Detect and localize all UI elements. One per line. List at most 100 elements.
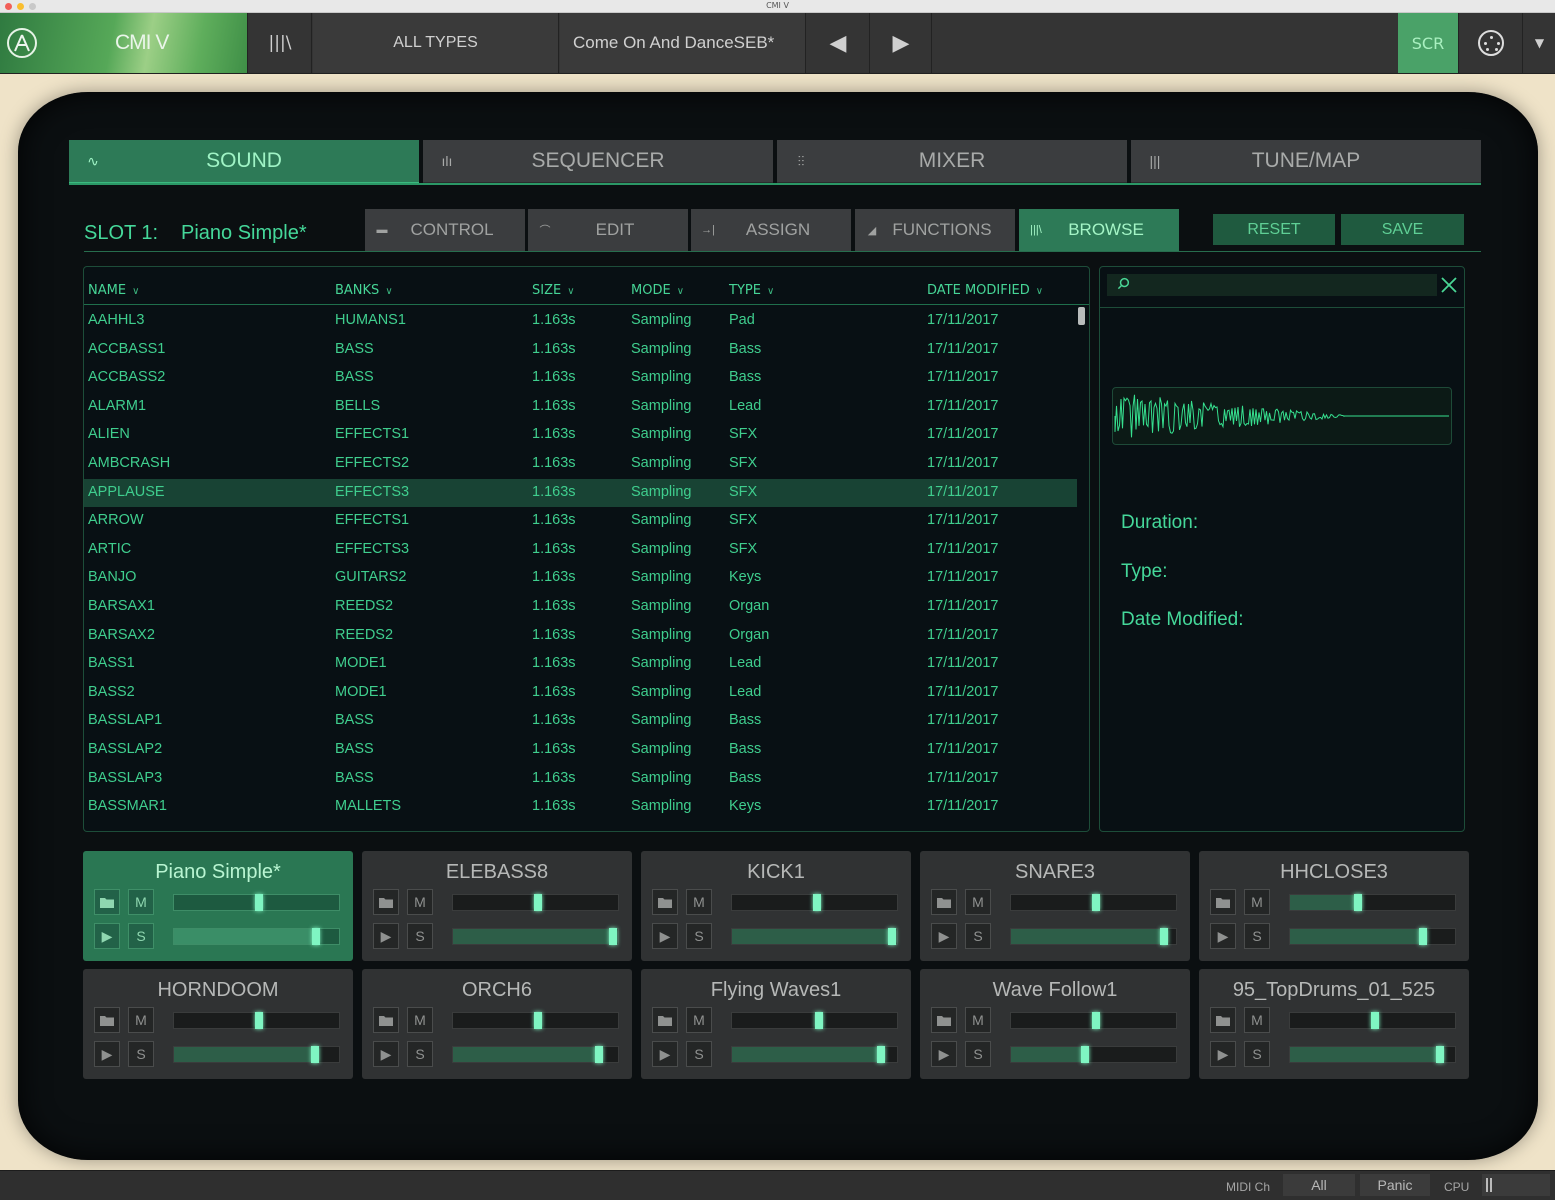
mute-button[interactable]: M — [965, 889, 991, 915]
slider-handle[interactable] — [312, 928, 320, 945]
table-row[interactable]: BARSAX2 REEDS2 1.163s Sampling Organ 17/11/20… — [84, 622, 1077, 651]
solo-button[interactable]: S — [965, 923, 991, 949]
slider-handle[interactable] — [1092, 1012, 1100, 1029]
slider-handle[interactable] — [813, 894, 821, 911]
options-menu-button[interactable]: ▼ — [1524, 13, 1555, 73]
table-row[interactable]: ALIEN EFFECTS1 1.163s Sampling SFX 17/11/2017 — [84, 421, 1077, 450]
table-row[interactable]: ARROW EFFECTS1 1.163s Sampling SFX 17/11/2017 — [84, 507, 1077, 536]
reset-button[interactable]: RESET — [1213, 214, 1335, 245]
pan-slider[interactable] — [1010, 894, 1177, 911]
pan-slider[interactable] — [1289, 1012, 1456, 1029]
slider-handle[interactable] — [311, 1046, 319, 1063]
mute-button[interactable]: M — [128, 889, 154, 915]
table-row[interactable]: BASSLAP3 BASS 1.163s Sampling Bass 17/11/2017 — [84, 765, 1077, 794]
slider-handle[interactable] — [877, 1046, 885, 1063]
table-row[interactable]: BASS2 MODE1 1.163s Sampling Lead 17/11/2017 — [84, 679, 1077, 708]
play-button[interactable]: ▶ — [373, 923, 399, 949]
list-scrollbar[interactable] — [1078, 307, 1085, 325]
folder-button[interactable] — [373, 889, 399, 915]
app-menu-button[interactable]: CMI V — [0, 13, 248, 73]
slot-pad[interactable]: ORCH6 M ▶ S — [362, 969, 632, 1079]
volume-slider[interactable] — [1289, 1046, 1456, 1063]
slider-handle[interactable] — [534, 1012, 542, 1029]
folder-button[interactable] — [1210, 1007, 1236, 1033]
tab-tune-map[interactable]: ||| TUNE/MAP — [1131, 140, 1481, 184]
play-button[interactable]: ▶ — [931, 1041, 957, 1067]
mute-button[interactable]: M — [686, 889, 712, 915]
midi-channel-select[interactable]: All — [1283, 1174, 1355, 1196]
solo-button[interactable]: S — [407, 923, 433, 949]
tab-mixer[interactable]: ⫶⫶ MIXER — [777, 140, 1127, 184]
play-button[interactable]: ▶ — [373, 1041, 399, 1067]
pan-slider[interactable] — [731, 894, 898, 911]
slot-pad[interactable]: Piano Simple* M ▶ S — [83, 851, 353, 961]
folder-button[interactable] — [373, 1007, 399, 1033]
slider-handle[interactable] — [609, 928, 617, 945]
volume-slider[interactable] — [173, 928, 340, 945]
table-row[interactable]: ARTIC EFFECTS3 1.163s Sampling SFX 17/11/2017 — [84, 536, 1077, 565]
solo-button[interactable]: S — [128, 1041, 154, 1067]
volume-slider[interactable] — [1010, 1046, 1177, 1063]
slot-pad[interactable]: KICK1 M ▶ S — [641, 851, 911, 961]
table-row[interactable]: ACCBASS1 BASS 1.163s Sampling Bass 17/11/2017 — [84, 336, 1077, 365]
mute-button[interactable]: M — [686, 1007, 712, 1033]
solo-button[interactable]: S — [1244, 1041, 1270, 1067]
slider-handle[interactable] — [255, 894, 263, 911]
folder-button[interactable] — [931, 889, 957, 915]
column-header-date-modified[interactable]: DATE MODIFIED ∨ — [927, 283, 1043, 298]
tab-sound[interactable]: ∿ SOUND — [69, 140, 419, 184]
slider-handle[interactable] — [1160, 928, 1168, 945]
folder-button[interactable] — [94, 889, 120, 915]
mute-button[interactable]: M — [1244, 889, 1270, 915]
play-button[interactable]: ▶ — [931, 923, 957, 949]
slider-handle[interactable] — [1419, 928, 1427, 945]
folder-button[interactable] — [1210, 889, 1236, 915]
solo-button[interactable]: S — [686, 1041, 712, 1067]
types-filter-button[interactable]: ALL TYPES — [313, 13, 559, 73]
folder-button[interactable] — [94, 1007, 120, 1033]
play-button[interactable]: ▶ — [652, 923, 678, 949]
slot-pad[interactable]: HHCLOSE3 M ▶ S — [1199, 851, 1469, 961]
folder-button[interactable] — [931, 1007, 957, 1033]
volume-slider[interactable] — [1010, 928, 1177, 945]
slider-handle[interactable] — [1092, 894, 1100, 911]
pan-slider[interactable] — [173, 1012, 340, 1029]
subtab-edit[interactable]: ⌒ EDIT — [528, 209, 688, 251]
table-row[interactable]: BASSLAP2 BASS 1.163s Sampling Bass 17/11/2017 — [84, 736, 1077, 765]
table-row[interactable]: BASSLAP1 BASS 1.163s Sampling Bass 17/11/2017 — [84, 707, 1077, 736]
table-row[interactable]: ACCBASS2 BASS 1.163s Sampling Bass 17/11/2017 — [84, 364, 1077, 393]
slider-handle[interactable] — [888, 928, 896, 945]
table-row[interactable]: ALARM1 BELLS 1.163s Sampling Lead 17/11/2017 — [84, 393, 1077, 422]
folder-button[interactable] — [652, 889, 678, 915]
play-button[interactable]: ▶ — [652, 1041, 678, 1067]
column-header-size[interactable]: SIZE ∨ — [532, 283, 575, 298]
pan-slider[interactable] — [452, 894, 619, 911]
slider-handle[interactable] — [1371, 1012, 1379, 1029]
slider-handle[interactable] — [1081, 1046, 1089, 1063]
volume-slider[interactable] — [173, 1046, 340, 1063]
column-header-mode[interactable]: MODE ∨ — [631, 283, 684, 298]
volume-slider[interactable] — [731, 928, 898, 945]
slot-pad[interactable]: HORNDOOM M ▶ S — [83, 969, 353, 1079]
slot-pad[interactable]: Flying Waves1 M ▶ S — [641, 969, 911, 1079]
table-row[interactable]: BASSMAR1 MALLETS 1.163s Sampling Keys 17/11/2… — [84, 793, 1077, 822]
play-button[interactable]: ▶ — [1210, 1041, 1236, 1067]
slider-handle[interactable] — [255, 1012, 263, 1029]
scr-button[interactable]: SCR — [1398, 13, 1459, 73]
subtab-control[interactable]: ▬ CONTROL — [365, 209, 525, 251]
slot-pad[interactable]: Wave Follow1 M ▶ S — [920, 969, 1190, 1079]
solo-button[interactable]: S — [1244, 923, 1270, 949]
solo-button[interactable]: S — [965, 1041, 991, 1067]
midi-settings-button[interactable] — [1460, 13, 1523, 73]
solo-button[interactable]: S — [407, 1041, 433, 1067]
table-row[interactable]: BANJO GUITARS2 1.163s Sampling Keys 17/11/201… — [84, 564, 1077, 593]
preset-name-button[interactable]: Come On And DanceSEB* — [560, 13, 806, 73]
previous-preset-button[interactable]: ◀ — [807, 13, 870, 73]
save-button[interactable]: SAVE — [1341, 214, 1464, 245]
mute-button[interactable]: M — [1244, 1007, 1270, 1033]
slider-handle[interactable] — [1436, 1046, 1444, 1063]
play-button[interactable]: ▶ — [1210, 923, 1236, 949]
slider-handle[interactable] — [534, 894, 542, 911]
mute-button[interactable]: M — [407, 1007, 433, 1033]
slider-handle[interactable] — [595, 1046, 603, 1063]
